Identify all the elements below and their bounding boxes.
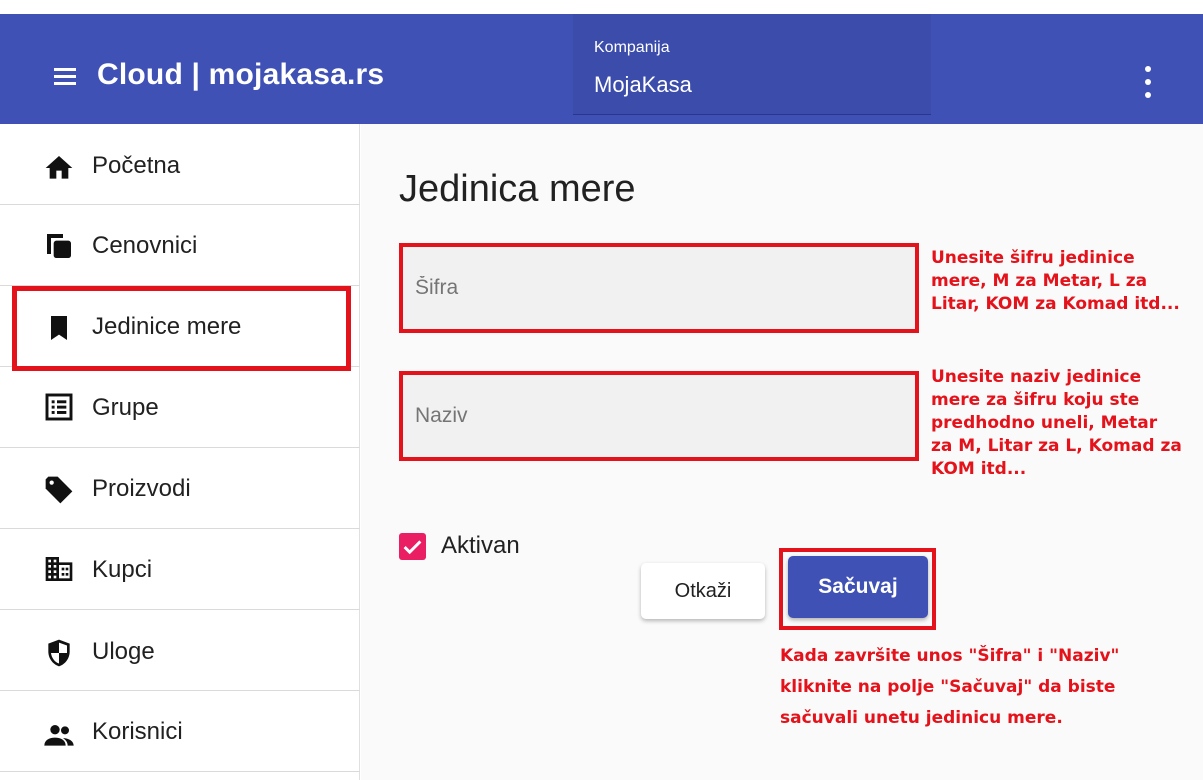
tag-icon <box>45 476 73 504</box>
annotation-line: kliknite na polje "Sačuvaj" da biste <box>780 677 1116 697</box>
company-selector[interactable]: Kompanija MojaKasa <box>573 14 931 115</box>
company-label: Kompanija <box>594 39 670 56</box>
people-icon <box>44 725 74 746</box>
page-title: Jedinica mere <box>399 168 636 210</box>
company-value: MojaKasa <box>594 72 692 97</box>
annotation-line: mere za šifru koju ste <box>931 390 1140 410</box>
naziv-annotation: Unesite naziv jedinice mere za šifru koj… <box>931 366 1182 481</box>
sidebar-item-grupe[interactable]: Grupe <box>0 367 360 448</box>
annotation-line: sačuvali unetu jedinicu mere. <box>780 708 1063 728</box>
sidebar-item-label: Početna <box>92 152 181 179</box>
home-icon <box>45 156 73 179</box>
naziv-field <box>399 371 919 461</box>
sifra-annotation: Unesite šifru jedinice mere, M za Metar,… <box>931 247 1180 316</box>
sifra-field <box>399 243 919 333</box>
sidebar-item-label: Kupci <box>92 556 153 583</box>
sidebar-item-label: Korisnici <box>92 718 183 745</box>
sifra-input[interactable] <box>403 247 915 329</box>
sidebar-item-korisnici[interactable]: Korisnici <box>0 691 360 772</box>
bookmark-icon <box>51 316 67 340</box>
cancel-button[interactable]: Otkaži <box>641 563 765 619</box>
sidebar-item-cenovnici[interactable]: Cenovnici <box>0 205 360 286</box>
app-title: Cloud | mojakasa.rs <box>97 58 385 91</box>
hamburger-menu-icon[interactable] <box>52 66 80 88</box>
shield-icon <box>48 639 70 667</box>
sidebar-item-proizvodi[interactable]: Proizvodi <box>0 448 360 529</box>
annotation-line: predhodno uneli, Metar <box>931 413 1158 433</box>
sidebar-item-label: Grupe <box>92 394 159 421</box>
sidebar-item-kupci[interactable]: Kupci <box>0 529 360 610</box>
annotation-line: Kada završite unos "Šifra" i "Naziv" <box>780 646 1120 666</box>
save-button[interactable]: Sačuvaj <box>788 556 928 618</box>
annotation-line: za M, Litar za L, Komad za <box>931 436 1182 456</box>
annotation-line: Unesite naziv jedinice <box>931 367 1142 387</box>
annotation-line: KOM itd... <box>931 459 1027 479</box>
sidebar-item-pocetna[interactable]: Početna <box>0 124 360 205</box>
sidebar-item-label: Uloge <box>92 638 155 665</box>
aktivan-label: Aktivan <box>441 532 520 559</box>
annotation-line: mere, M za Metar, L za <box>931 271 1148 291</box>
top-margin <box>0 0 1203 14</box>
save-annotation: Kada završite unos "Šifra" i "Naziv" kli… <box>780 641 1119 734</box>
list-box-icon <box>45 393 73 421</box>
sidebar: Početna Cenovnici Jedinice mere Grupe Pr… <box>0 124 360 780</box>
sidebar-item-uloge[interactable]: Uloge <box>0 610 360 691</box>
annotation-line: Unesite šifru jedinice <box>931 248 1135 268</box>
check-icon <box>403 540 422 555</box>
sidebar-item-jedinice-mere[interactable]: Jedinice mere <box>0 286 360 367</box>
more-vert-icon[interactable] <box>1138 64 1158 100</box>
sidebar-item-label: Jedinice mere <box>92 313 242 340</box>
building-icon <box>45 557 73 581</box>
copy-icon <box>47 234 71 258</box>
sidebar-item-label: Proizvodi <box>92 475 191 502</box>
annotation-line: Litar, KOM za Komad itd... <box>931 294 1180 314</box>
aktivan-checkbox[interactable] <box>399 533 426 560</box>
sidebar-item-label: Cenovnici <box>92 232 198 259</box>
naziv-input[interactable] <box>403 375 915 457</box>
